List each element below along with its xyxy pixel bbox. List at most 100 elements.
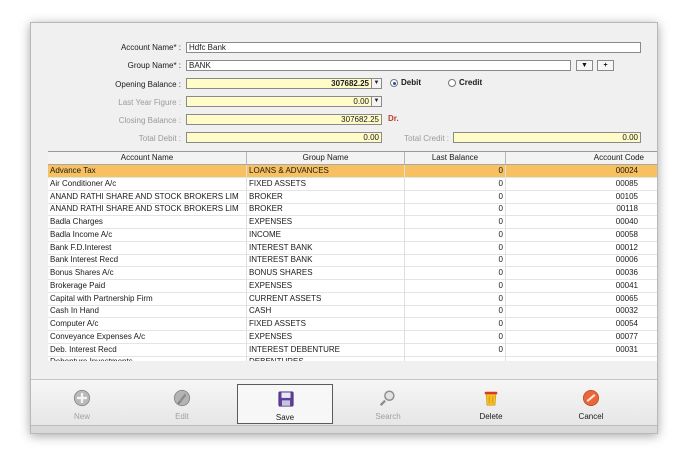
total-debit-label: Total Debit : <box>138 134 181 143</box>
save-button[interactable]: Save <box>237 384 333 424</box>
cancel-button[interactable]: Cancel <box>543 384 639 424</box>
delete-label: Delete <box>479 412 503 421</box>
cell-account-name: Debenture Investments <box>48 356 247 361</box>
total-credit-field: 0.00 <box>453 132 641 143</box>
account-master-window: Account Name* : Hdfc Bank Group Name* : … <box>30 22 658 434</box>
cell-account-name: ANAND RATHI SHARE AND STOCK BROKERS LIM <box>48 203 247 216</box>
cell-last-balance: 0 <box>405 203 506 216</box>
cell-account-code: 00041 <box>506 280 657 292</box>
cell-account-name: Bonus Shares A/c <box>48 267 247 279</box>
account-name-label: Account Name* : <box>120 43 181 52</box>
cancel-label: Cancel <box>578 412 604 421</box>
edit-label: Edit <box>175 412 189 421</box>
table-row[interactable]: Debenture InvestmentsDEBENTURES <box>48 356 657 361</box>
table-row[interactable]: Cash In Hand CASH 0 00032 <box>48 305 657 319</box>
cell-last-balance: 0 <box>405 267 506 279</box>
debit-label: Debit <box>401 78 421 87</box>
column-header-last-balance[interactable]: Last Balance <box>405 152 506 164</box>
column-header-account-name[interactable]: Account Name <box>48 152 247 164</box>
credit-radio[interactable] <box>448 79 456 87</box>
accounts-grid[interactable]: Account Name Group Name Last Balance Acc… <box>48 151 657 361</box>
cell-account-code: 00054 <box>506 318 657 330</box>
group-name-field[interactable]: BANK <box>186 60 571 71</box>
cell-group-name: INTEREST BANK <box>247 241 405 254</box>
table-row[interactable]: Badla Income A/c INCOME 0 00058 <box>48 228 657 242</box>
column-header-account-code[interactable]: Account Code <box>506 152 657 164</box>
cell-group-name: INTEREST BANK <box>247 254 405 267</box>
cell-group-name: BROKER <box>247 203 405 216</box>
cell-account-name: Conveyance Expenses A/c <box>48 330 247 343</box>
table-row[interactable]: Bank F.D.Interest INTEREST BANK 0 00012 <box>48 241 657 255</box>
delete-button[interactable]: Delete <box>443 384 539 424</box>
search-button[interactable]: Search <box>340 384 436 424</box>
save-label: Save <box>275 413 295 422</box>
cell-group-name: LOANS & ADVANCES <box>247 165 405 177</box>
cell-group-name: EXPENSES <box>247 216 405 228</box>
group-add-button[interactable]: + <box>597 60 614 71</box>
table-row[interactable]: Advance Tax LOANS & ADVANCES 0 00024 <box>48 165 657 178</box>
cell-group-name: BONUS SHARES <box>247 267 405 279</box>
cell-account-name: Air Conditioner A/c <box>48 177 247 190</box>
cell-account-code: 00085 <box>506 178 657 190</box>
table-row[interactable]: Deb. Interest Recd INTEREST DEBENTURE 0 000… <box>48 343 657 357</box>
cell-account-name: Capital with Partnership Firm <box>48 292 247 305</box>
cell-account-code <box>506 356 657 361</box>
new-button[interactable]: New <box>34 384 130 424</box>
cell-account-code: 00006 <box>506 254 657 266</box>
credit-label: Credit <box>459 78 483 87</box>
cell-group-name: EXPENSES <box>247 279 405 292</box>
column-header-group-name[interactable]: Group Name <box>247 152 405 164</box>
cell-last-balance: 0 <box>405 330 506 343</box>
cell-account-name: ANAND RATHI SHARE AND STOCK BROKERS LIM <box>48 190 247 203</box>
last-year-value: 0.00 <box>353 97 369 106</box>
cell-group-name: FIXED ASSETS <box>247 318 405 330</box>
opening-balance-field[interactable]: 307682.25 ▼ <box>186 78 382 89</box>
last-year-label: Last Year Figure : <box>118 98 181 107</box>
table-row[interactable]: Conveyance Expenses A/c EXPENSES 0 00077 <box>48 330 657 344</box>
closing-balance-field: 307682.25 <box>186 114 382 125</box>
cell-account-name: Bank Interest Recd <box>48 254 247 267</box>
total-credit-label: Total Credit : <box>404 134 449 143</box>
group-dropdown-button[interactable]: ▼ <box>576 60 593 71</box>
cell-last-balance: 0 <box>405 177 506 190</box>
closing-balance-dr-suffix: Dr. <box>388 114 399 123</box>
cell-last-balance: 0 <box>405 305 506 318</box>
cell-group-name: INTEREST DEBENTURE <box>247 343 405 356</box>
cancel-circle-icon <box>582 389 600 407</box>
table-row[interactable]: Bonus Shares A/c BONUS SHARES 0 00036 <box>48 267 657 280</box>
cell-group-name: BROKER <box>247 190 405 203</box>
table-row[interactable]: ANAND RATHI SHARE AND STOCK BROKERS LIM B… <box>48 190 657 204</box>
table-row[interactable]: Badla Charges EXPENSES 0 00040 <box>48 216 657 229</box>
last-year-field[interactable]: 0.00 ▼ <box>186 96 382 107</box>
cell-last-balance: 0 <box>405 228 506 241</box>
table-row[interactable]: Bank Interest Recd INTEREST BANK 0 00006 <box>48 254 657 268</box>
edit-button[interactable]: Edit <box>134 384 230 424</box>
cell-group-name: DEBENTURES <box>247 356 405 361</box>
cell-account-code: 00032 <box>506 305 657 317</box>
opening-balance-value: 307682.25 <box>331 79 369 88</box>
cell-account-name: Bank F.D.Interest <box>48 241 247 254</box>
cell-account-name: Computer A/c <box>48 318 247 330</box>
cell-account-code: 00036 <box>506 267 657 279</box>
trash-bin-icon <box>484 391 498 406</box>
table-row[interactable]: Capital with Partnership Firm CURRENT ASS… <box>48 292 657 306</box>
cell-account-name: Brokerage Paid <box>48 279 247 292</box>
debit-radio[interactable] <box>390 79 398 87</box>
cell-last-balance: 0 <box>405 318 506 330</box>
cell-account-name: Deb. Interest Recd <box>48 343 247 356</box>
cell-last-balance: 0 <box>405 216 506 228</box>
table-row[interactable]: Computer A/c FIXED ASSETS 0 00054 <box>48 318 657 331</box>
search-label: Search <box>375 412 401 421</box>
account-name-field[interactable]: Hdfc Bank <box>186 42 641 53</box>
table-row[interactable]: Brokerage Paid EXPENSES 0 00041 <box>48 279 657 293</box>
cell-last-balance: 0 <box>405 241 506 254</box>
chevron-down-icon[interactable]: ▼ <box>371 79 381 88</box>
opening-balance-label: Opening Balance : <box>115 80 181 89</box>
cell-last-balance: 0 <box>405 190 506 203</box>
cell-account-code: 00012 <box>506 242 657 254</box>
new-label: New <box>73 412 90 421</box>
cell-account-name: Advance Tax <box>48 165 247 177</box>
chevron-down-icon[interactable]: ▼ <box>371 97 381 106</box>
table-row[interactable]: Air Conditioner A/c FIXED ASSETS 0 00085 <box>48 177 657 191</box>
table-row[interactable]: ANAND RATHI SHARE AND STOCK BROKERS LIM B… <box>48 203 657 217</box>
